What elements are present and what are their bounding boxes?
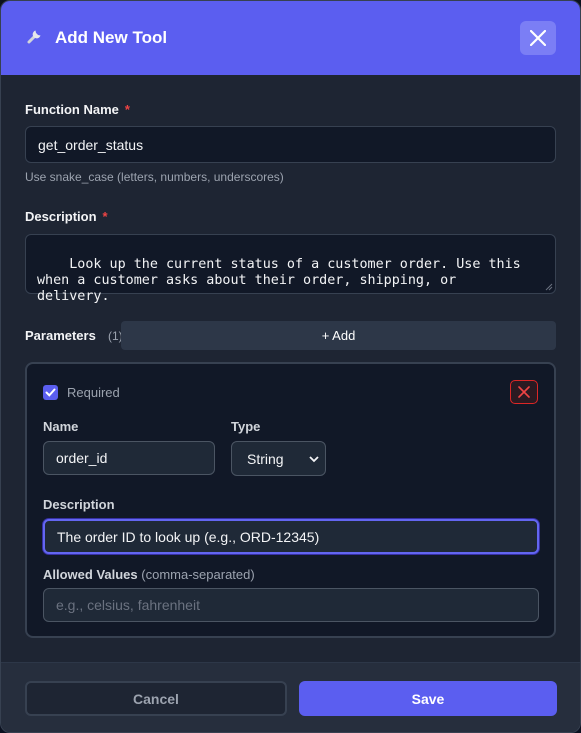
description-value: Look up the current status of a customer… — [37, 257, 521, 304]
save-button[interactable]: Save — [299, 681, 557, 716]
close-button[interactable] — [520, 21, 556, 55]
wrench-icon — [27, 30, 41, 44]
param-name-input[interactable]: order_id — [43, 441, 215, 475]
param-type-select[interactable]: String — [231, 441, 326, 476]
function-name-hint: Use snake_case (letters, numbers, unders… — [25, 170, 284, 184]
close-icon — [518, 386, 530, 398]
required-checkbox[interactable] — [43, 385, 58, 400]
add-parameter-button[interactable]: + Add — [121, 321, 556, 350]
description-label: Description * — [25, 209, 108, 224]
allowed-values-label: Allowed Values (comma-separated) — [43, 567, 255, 582]
allowed-values-input[interactable]: e.g., celsius, fahrenheit — [43, 588, 539, 622]
param-name-value: order_id — [56, 450, 108, 466]
param-description-value: The order ID to look up (e.g., ORD-12345… — [57, 528, 320, 545]
chevron-down-icon — [309, 456, 319, 463]
checkmark-icon — [45, 388, 56, 397]
param-name-label: Name — [43, 419, 79, 434]
required-asterisk: * — [124, 102, 130, 117]
resize-handle-icon[interactable] — [545, 283, 553, 291]
allowed-values-placeholder: e.g., celsius, fahrenheit — [56, 597, 200, 613]
remove-parameter-button[interactable] — [510, 380, 538, 404]
allowed-values-hint: (comma-separated) — [141, 567, 255, 582]
dialog-header: Add New Tool — [1, 1, 580, 75]
close-icon — [530, 30, 546, 46]
dialog-title: Add New Tool — [55, 28, 168, 47]
function-name-value: get_order_status — [38, 136, 144, 153]
description-textarea[interactable]: Look up the current status of a customer… — [25, 234, 556, 304]
add-tool-dialog: Add New Tool Function Name * get_order_st… — [0, 0, 581, 733]
required-label: Required — [67, 385, 120, 400]
param-description-label: Description — [43, 497, 115, 512]
param-type-label: Type — [231, 419, 261, 434]
function-name-label: Function Name * — [25, 102, 130, 117]
param-type-value: String — [247, 450, 284, 467]
cancel-button[interactable]: Cancel — [25, 681, 287, 716]
param-description-input[interactable]: The order ID to look up (e.g., ORD-12345… — [43, 519, 539, 554]
parameters-label: Parameters — [25, 328, 96, 343]
required-asterisk: * — [102, 209, 108, 224]
function-name-input[interactable]: get_order_status — [25, 126, 556, 163]
